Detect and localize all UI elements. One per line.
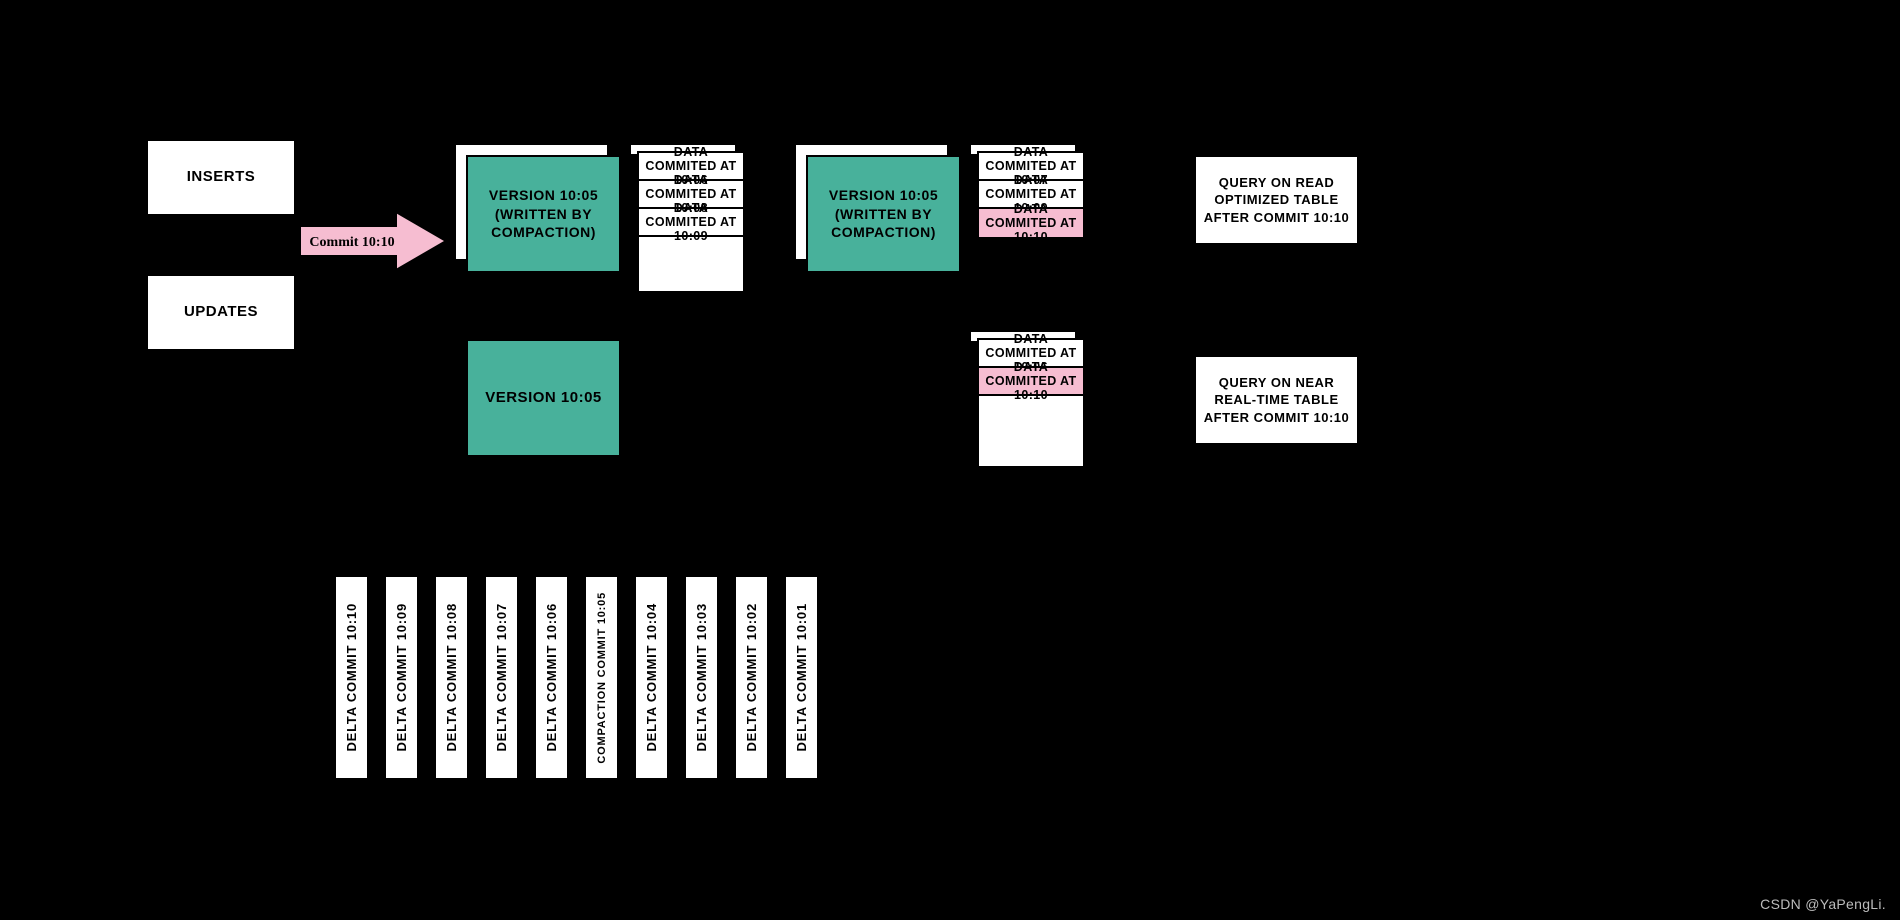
timeline-item-7: DELTA COMMIT 10:03 <box>684 575 719 780</box>
timeline-item-9: DELTA COMMIT 10:01 <box>784 575 819 780</box>
timeline-item-5: COMPACTION COMMIT 10:05 <box>584 575 619 780</box>
timeline-item-1: DELTA COMMIT 10:09 <box>384 575 419 780</box>
diagram-stage: INSERTS UPDATES Commit 10:10 VERSION 10:… <box>0 0 1900 920</box>
timeline-item-4: DELTA COMMIT 10:06 <box>534 575 569 780</box>
after-version-top: VERSION 10:05 (WRITTEN BY COMPACTION) <box>806 155 961 273</box>
before-version-top: VERSION 10:05 (WRITTEN BY COMPACTION) <box>466 155 621 273</box>
after-bot-commit-1: DATA COMMITED AT 10:10 <box>979 368 1083 396</box>
before-commit-empty <box>639 237 743 291</box>
before-commit-stack: DATA COMMITED AT 10:06 DATA COMMITED AT … <box>637 151 745 293</box>
query-near-realtime: QUERY ON NEAR REAL-TIME TABLE AFTER COMM… <box>1194 355 1359 445</box>
after-commit-stack-bottom: DATA COMMITED AT 10:06 DATA COMMITED AT … <box>977 338 1085 468</box>
svg-text:Commit 10:10: Commit 10:10 <box>309 235 394 250</box>
timeline-item-0: DELTA COMMIT 10:10 <box>334 575 369 780</box>
watermark: CSDN @YaPengLi. <box>1760 896 1886 912</box>
updates-box: UPDATES <box>146 274 296 351</box>
after-top-commit-2: DATA COMMITED AT 10:10 <box>979 209 1083 237</box>
query-read-optimized: QUERY ON READ OPTIMIZED TABLE AFTER COMM… <box>1194 155 1359 245</box>
inserts-box: INSERTS <box>146 139 296 216</box>
timeline-item-8: DELTA COMMIT 10:02 <box>734 575 769 780</box>
before-commit-2: DATA COMMITED AT 10:09 <box>639 209 743 237</box>
timeline-item-3: DELTA COMMIT 10:07 <box>484 575 519 780</box>
commit-arrow: Commit 10:10 <box>296 206 456 276</box>
after-commit-stack-top: DATA COMMITED AT 10:07 DATA COMMITED AT … <box>977 151 1085 237</box>
timeline-item-2: DELTA COMMIT 10:08 <box>434 575 469 780</box>
timeline-item-6: DELTA COMMIT 10:04 <box>634 575 669 780</box>
after-bot-commit-empty <box>979 396 1083 466</box>
before-version-bottom: VERSION 10:05 <box>466 339 621 457</box>
